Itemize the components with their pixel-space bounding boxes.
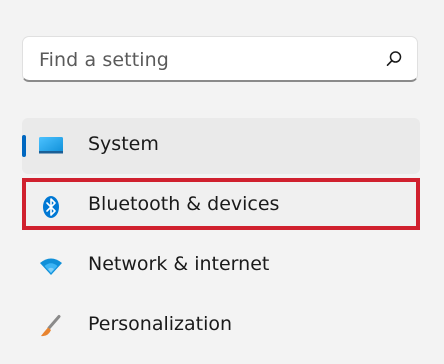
search-input[interactable]: Find a setting [22,36,418,82]
search-icon[interactable] [385,50,403,68]
paintbrush-icon [38,314,64,338]
bluetooth-icon [38,194,64,218]
system-monitor-icon [38,134,64,158]
search-placeholder: Find a setting [39,49,169,71]
selection-indicator [22,135,26,157]
sidebar-item-label: Network & internet [88,253,270,275]
sidebar-item-label: Personalization [88,313,233,335]
sidebar-item-system[interactable]: System [22,118,420,174]
sidebar-item-label: Bluetooth & devices [88,193,280,215]
sidebar-item-bluetooth-devices[interactable]: Bluetooth & devices [22,178,420,230]
sidebar-item-personalization[interactable]: Personalization [22,298,420,354]
wifi-icon [38,254,64,278]
sidebar-item-network-internet[interactable]: Network & internet [22,238,420,294]
sidebar-item-label: System [88,133,159,155]
